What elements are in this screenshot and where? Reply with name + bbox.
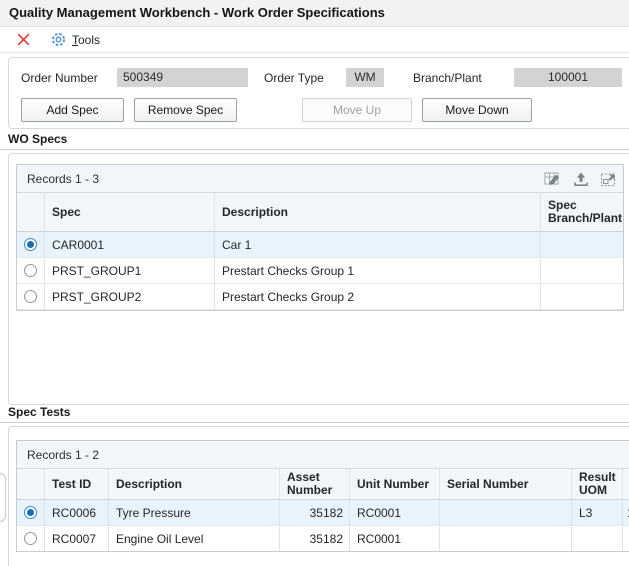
spec-tests-grid: Records 1 - 2 Test ID Description Asset …	[16, 440, 629, 552]
wo-specs-grid-header: Spec Description Spec Branch/Plant	[17, 193, 623, 232]
cell-spec: CAR0001	[45, 232, 215, 257]
close-button[interactable]	[15, 31, 32, 48]
cell-serial-number	[440, 500, 572, 525]
column-header-spec-branch-plant[interactable]: Spec Branch/Plant	[541, 193, 623, 231]
wo-specs-group-box: Records 1 - 3	[8, 153, 629, 405]
branch-plant-field: 100001	[514, 68, 622, 87]
column-header-spec[interactable]: Spec	[45, 193, 215, 231]
wo-specs-section-title: WO Specs	[0, 132, 629, 150]
cell-spec-branch-plant	[541, 284, 623, 309]
spec-tests-group-box: Records 1 - 2 Test ID Description Asset …	[8, 426, 629, 566]
table-row[interactable]: PRST_GROUP1 Prestart Checks Group 1	[17, 258, 623, 284]
spec-tests-records-label: Records 1 - 2	[27, 448, 99, 462]
cell-spec: PRST_GROUP1	[45, 258, 215, 283]
cell-spec: PRST_GROUP2	[45, 284, 215, 309]
cell-description: Prestart Checks Group 1	[215, 258, 541, 283]
cell-description: Tyre Pressure	[109, 500, 280, 525]
wo-specs-records-label: Records 1 - 3	[27, 172, 99, 186]
column-header-description[interactable]: Description	[215, 193, 541, 231]
remove-spec-button[interactable]: Remove Spec	[134, 98, 237, 122]
cell-test-id: RC0006	[45, 500, 109, 525]
export-icon[interactable]	[573, 171, 589, 187]
expand-grid-icon[interactable]	[600, 171, 617, 187]
window-title: Quality Management Workbench - Work Orde…	[0, 0, 629, 27]
cell-description: Car 1	[215, 232, 541, 257]
move-down-button[interactable]: Move Down	[422, 98, 532, 122]
order-number-field: 500349	[117, 68, 248, 87]
column-header-serial-number[interactable]: Serial Number	[440, 469, 572, 499]
add-spec-button[interactable]: Add Spec	[21, 98, 124, 122]
column-header-unit-number[interactable]: Unit Number	[350, 469, 440, 499]
move-up-button: Move Up	[302, 98, 412, 122]
row-radio[interactable]	[24, 290, 37, 303]
wo-specs-grid: Records 1 - 3	[16, 164, 624, 311]
cell-result-uom	[572, 526, 623, 551]
order-number-label: Order Number	[21, 71, 98, 85]
order-type-field: WM	[346, 68, 384, 87]
table-row[interactable]: PRST_GROUP2 Prestart Checks Group 2	[17, 284, 623, 310]
column-header-test-id[interactable]: Test ID	[45, 469, 109, 499]
row-radio[interactable]	[24, 532, 37, 545]
cell-unit-number: RC0001	[350, 526, 440, 551]
cell-asset-number: 35182	[280, 526, 350, 551]
cell-spec-branch-plant	[541, 232, 623, 257]
order-type-label: Order Type	[264, 71, 324, 85]
cell-spec-branch-plant	[541, 258, 623, 283]
table-row[interactable]: RC0006 Tyre Pressure 35182 RC0001 L3 1	[17, 500, 629, 526]
main-toolbar: Tools	[0, 27, 629, 53]
cell-unit-number: RC0001	[350, 500, 440, 525]
cell-clipped-value	[623, 526, 629, 551]
row-radio[interactable]	[24, 506, 37, 519]
spec-tests-section-title: Spec Tests	[0, 405, 629, 423]
header-form: Order Number 500349 Order Type WM Branch…	[8, 57, 629, 129]
row-radio[interactable]	[24, 238, 37, 251]
gear-icon	[50, 31, 67, 48]
cell-test-id: RC0007	[45, 526, 109, 551]
table-row[interactable]: RC0007 Engine Oil Level 35182 RC0001	[17, 526, 629, 551]
cell-clipped-value: 1	[623, 500, 629, 525]
cell-result-uom: L3	[572, 500, 623, 525]
column-header-asset-number[interactable]: Asset Number	[280, 469, 350, 499]
spec-tests-grid-header: Test ID Description Asset Number Unit Nu…	[17, 469, 629, 500]
wo-specs-grid-toolbar: Records 1 - 3	[17, 165, 623, 193]
column-header-clipped	[623, 469, 629, 499]
cell-description: Prestart Checks Group 2	[215, 284, 541, 309]
radio-column-header	[17, 469, 45, 499]
tools-menu[interactable]: Tools	[50, 31, 100, 48]
tools-label: Tools	[72, 33, 100, 47]
customize-grid-icon[interactable]	[544, 171, 562, 187]
branch-plant-label: Branch/Plant	[413, 71, 482, 85]
cell-asset-number: 35182	[280, 500, 350, 525]
radio-column-header	[17, 193, 45, 231]
row-radio[interactable]	[24, 264, 37, 277]
column-header-result-uom[interactable]: Result UOM	[572, 469, 623, 499]
close-icon	[15, 31, 32, 48]
splitter-handle	[0, 473, 6, 522]
cell-serial-number	[440, 526, 572, 551]
app-window: Quality Management Workbench - Work Orde…	[0, 0, 629, 566]
spec-tests-grid-toolbar: Records 1 - 2	[17, 441, 629, 469]
table-row[interactable]: CAR0001 Car 1	[17, 232, 623, 258]
cell-description: Engine Oil Level	[109, 526, 280, 551]
column-header-description[interactable]: Description	[109, 469, 280, 499]
